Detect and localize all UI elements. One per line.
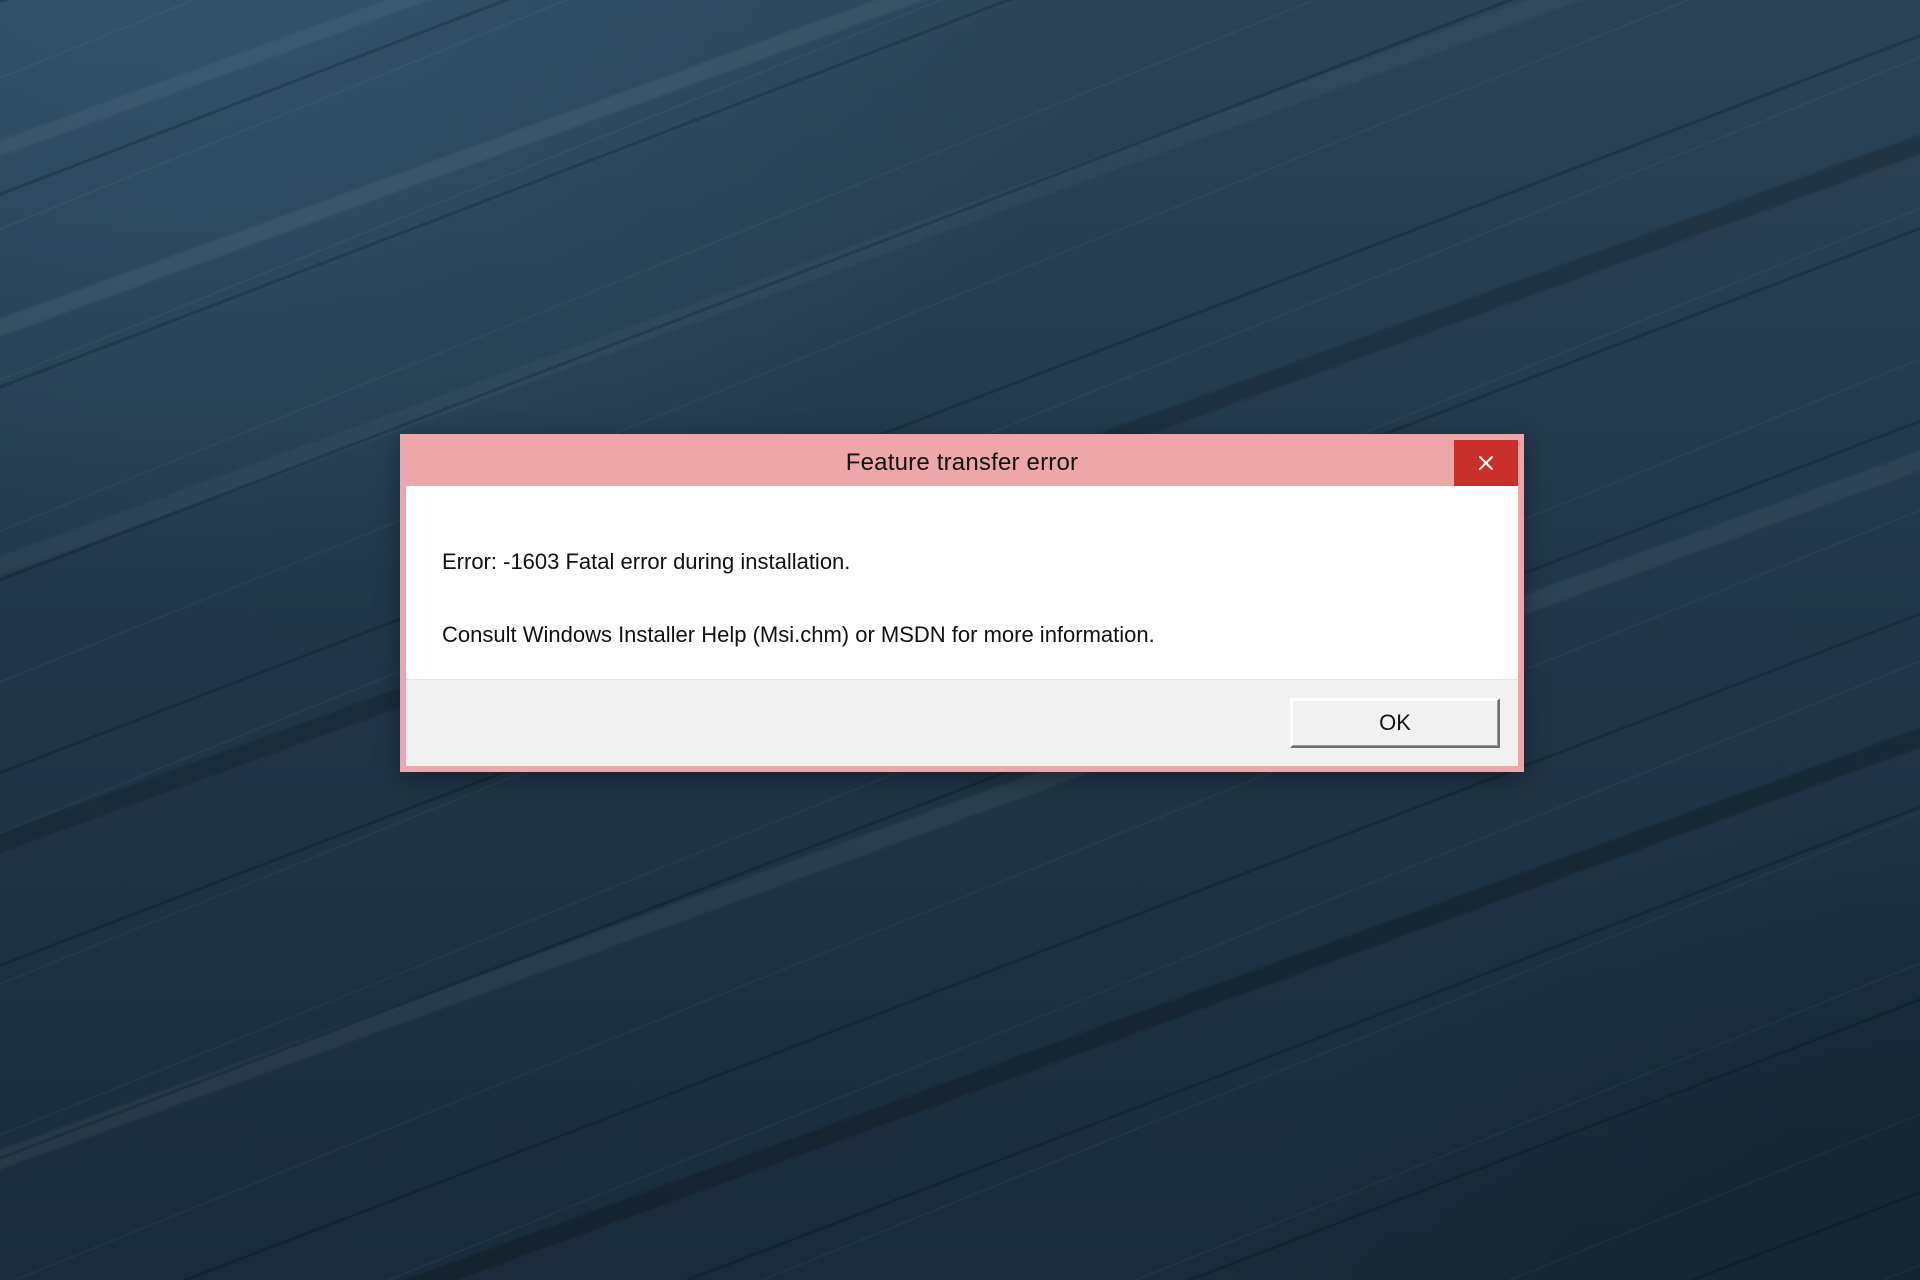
dialog-content: Error: -1603 Fatal error during installa…: [406, 486, 1518, 679]
dialog-button-row: OK: [406, 679, 1518, 766]
error-line-2: Consult Windows Installer Help (Msi.chm)…: [442, 621, 1482, 650]
dialog-title: Feature transfer error: [846, 449, 1078, 477]
close-icon: [1478, 455, 1494, 471]
error-dialog: Feature transfer error Error: -1603 Fata…: [400, 434, 1524, 772]
error-line-1: Error: -1603 Fatal error during installa…: [442, 548, 1482, 577]
close-button[interactable]: [1454, 440, 1518, 486]
dialog-titlebar[interactable]: Feature transfer error: [406, 440, 1518, 486]
ok-button[interactable]: OK: [1290, 698, 1500, 748]
